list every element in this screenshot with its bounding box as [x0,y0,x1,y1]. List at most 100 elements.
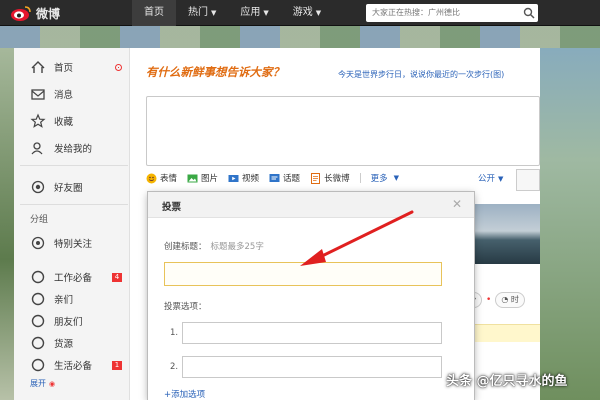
caret-down-icon: ▼ [263,9,269,17]
circle-icon [31,336,45,350]
caret-down-icon: ▼ [211,9,217,17]
sidebar-item-home[interactable]: 首页 [14,56,130,78]
tool-topic[interactable]: 话题 [269,172,300,184]
expand-label: 展开 [30,379,46,388]
option-number: 2. [170,362,179,372]
close-icon[interactable]: ✕ [452,197,462,211]
sidebar-item-label: 好友圈 [54,183,83,194]
sidebar-group-special[interactable]: 特别关注 [14,232,130,254]
target-icon [31,236,45,250]
sidebar-item-favorites[interactable]: 收藏 [14,110,130,132]
group-header: 分组 [30,215,49,225]
nav-games-label: 游戏 [292,7,313,18]
option-number: 1. [170,328,179,338]
vote-option-input-1[interactable] [182,322,442,344]
tool-more[interactable]: 更多 ▼ [371,172,399,184]
video-icon [228,174,239,182]
nav-hot-label: 热门 [188,7,208,18]
visibility-dropdown[interactable]: 公开 ▼ [478,172,503,184]
vote-title-input[interactable] [164,262,442,286]
tool-label: 长微博 [324,174,350,184]
search-input[interactable]: 大家正在热搜：广州德比 [366,4,538,22]
background-left-edge [0,48,14,400]
sidebar-item-sent-to-me[interactable]: 发给我的 [14,137,130,159]
sidebar-group-life[interactable]: 生活必备 1 [14,354,130,376]
image-icon [187,174,198,182]
sidebar-item-messages[interactable]: 消息 [14,83,130,105]
sidebar-item-label: 消息 [54,90,74,101]
tool-label: 表情 [160,174,178,184]
dialog-title: 投票 [162,202,182,213]
left-sidebar: 首页 消息 收藏 发给我的 好友圈 分组 特别关注 工作必备 4 亲们 朋友们 … [14,48,130,400]
sidebar-group-friends[interactable]: 朋友们 [14,310,130,332]
chevron-down-icon: ◉ [49,380,56,388]
mail-icon [31,89,45,100]
vote-option-input-2[interactable] [182,356,442,378]
tool-label: 话题 [283,174,301,184]
search-icon[interactable] [523,7,535,19]
long-post-icon [311,172,321,184]
sidebar-group-work[interactable]: 工作必备 4 [14,266,130,288]
nav-games[interactable]: 游戏 ▼ [281,0,333,26]
daily-topic-link[interactable]: 今天是世界步行日，说说你最近的一次步行(图) [338,69,504,80]
caret-down-icon: ▼ [498,175,504,183]
more-label: 更多 [370,174,388,184]
post-textarea[interactable] [146,96,540,166]
background-banner [0,26,600,48]
create-title-label: 创建标题： [164,242,207,252]
circle-icon [31,292,45,306]
vote-dialog: 投票 ✕ 创建标题： 标题最多25字 投票选项： 1. 2. +添加选项 [148,192,474,400]
dialog-header: 投票 ✕ [148,192,474,218]
sidebar-group-supply[interactable]: 货源 [14,332,130,354]
nav-hot[interactable]: 热门 ▼ [176,0,228,26]
sidebar-item-label: 生活必备 [54,361,93,372]
filter-dot-icon: • [486,295,492,305]
nav-apps-label: 应用 [240,7,261,18]
circle-icon [31,314,45,328]
weibo-eye-icon [11,6,31,21]
tool-emoji[interactable]: 表情 [146,172,177,184]
composer-toolbar: 表情 图片 视频 话题 长微博 更多 ▼ [146,172,399,184]
emoji-icon [146,173,157,183]
tool-image[interactable]: 图片 [187,172,218,184]
tool-long-post[interactable]: 长微博 [310,172,350,184]
topic-icon [269,173,280,182]
publish-button[interactable] [516,169,540,191]
caret-down-icon: ▼ [393,174,399,182]
visibility-label: 公开 [478,174,496,184]
circle-dot-icon [31,180,45,194]
sidebar-item-label: 收藏 [54,117,74,128]
sidebar-group-family[interactable]: 亲们 [14,288,130,310]
composer-prompt: 有什么新鲜事想告诉大家？ [146,65,284,79]
title-hint: 标题最多25字 [210,242,264,252]
tool-video[interactable]: 视频 [228,172,259,184]
tool-label: 视频 [242,174,260,184]
main-nav: 首页 热门 ▼ 应用 ▼ 游戏 ▼ [132,0,333,26]
nav-home[interactable]: 首页 [132,0,176,26]
toolbar-separator [359,173,361,183]
sidebar-divider [20,204,128,205]
sidebar-divider [20,165,128,166]
unread-dot-icon [115,63,122,71]
feed-filter-bar: ▾ • ◔ 时 [466,292,525,308]
top-navbar: 微博 首页 热门 ▼ 应用 ▼ 游戏 ▼ 大家正在热搜：广州德比 [0,0,600,26]
sidebar-item-friend-circle[interactable]: 好友圈 [14,176,130,198]
time-filter-label: 时 [510,295,519,304]
nav-home-label: 首页 [144,7,164,18]
circle-icon [31,358,45,372]
home-icon [31,61,45,73]
options-label: 投票选项： [164,302,207,312]
search-placeholder: 大家正在热搜：广州德比 [372,8,460,17]
add-option-link[interactable]: +添加选项 [164,388,205,400]
expand-groups-link[interactable]: 展开 ◉ [30,378,55,389]
nav-apps[interactable]: 应用 ▼ [228,0,280,26]
circle-icon [31,270,45,284]
count-badge: 4 [112,272,122,282]
caret-down-icon: ▼ [315,9,322,17]
sidebar-item-label: 特别关注 [54,239,93,250]
weibo-logo[interactable]: 微博 [10,4,60,22]
tool-label: 图片 [201,174,219,184]
sidebar-item-label: 亲们 [54,295,74,306]
sidebar-item-label: 首页 [54,63,74,74]
time-filter-button[interactable]: ◔ 时 [495,292,525,308]
